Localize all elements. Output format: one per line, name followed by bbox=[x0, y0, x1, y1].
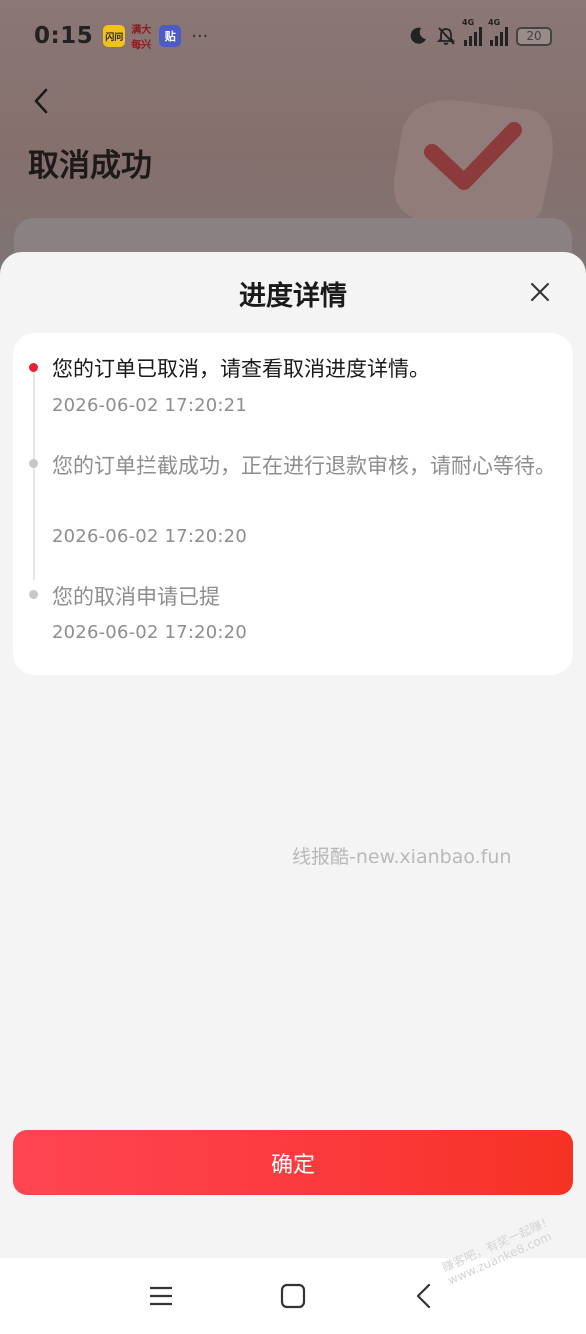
moon-icon bbox=[410, 27, 426, 44]
signal-icon: 4G bbox=[488, 18, 508, 46]
status-bar: 0:15 闪问 满大每兴 贴 ··· 4G 4G 20 bbox=[0, 0, 586, 72]
timeline-item-time: 2026-06-02 17:20:20 bbox=[52, 526, 247, 547]
page-title: 取消成功 bbox=[28, 148, 152, 184]
timeline-dot bbox=[29, 590, 38, 599]
timeline-item-text: 您的订单拦截成功，正在进行退款审核，请耐心等待。 bbox=[52, 454, 556, 478]
battery-icon: 20 bbox=[516, 26, 552, 46]
status-app-icons: 闪问 满大每兴 贴 ··· bbox=[103, 25, 209, 51]
menu-icon[interactable] bbox=[147, 1282, 175, 1310]
signal-icon: 4G bbox=[462, 18, 482, 46]
timeline-line bbox=[33, 372, 35, 580]
timeline-item-text: 您的取消申请已提 bbox=[52, 585, 220, 609]
timeline-item-time: 2026-06-02 17:20:21 bbox=[52, 395, 247, 416]
back-arrow-icon[interactable] bbox=[30, 86, 54, 116]
timeline-item-text: 您的订单已取消，请查看取消进度详情。 bbox=[52, 357, 430, 381]
timeline-dot-active bbox=[29, 363, 38, 372]
status-indicators: 4G 4G 20 bbox=[408, 18, 552, 46]
watermark-text: 线报酷-new.xianbao.fun bbox=[292, 846, 512, 868]
app-notification-icon: 贴 bbox=[159, 25, 182, 47]
app-notification-icon: 满大每兴 bbox=[131, 25, 152, 51]
app-notification-icon: 闪问 bbox=[103, 25, 126, 47]
success-check-icon bbox=[393, 100, 553, 226]
sheet-title: 进度详情 bbox=[239, 281, 347, 312]
more-notifications-icon: ··· bbox=[191, 25, 209, 47]
confirm-button[interactable]: 确定 bbox=[13, 1130, 573, 1195]
home-icon[interactable] bbox=[279, 1282, 307, 1310]
status-time: 0:15 bbox=[34, 23, 94, 49]
timeline-item-time: 2026-06-02 17:20:20 bbox=[52, 622, 247, 643]
mute-bell-icon bbox=[436, 27, 456, 45]
close-icon[interactable] bbox=[528, 280, 552, 304]
back-icon[interactable] bbox=[411, 1282, 439, 1310]
timeline-dot bbox=[29, 459, 38, 468]
